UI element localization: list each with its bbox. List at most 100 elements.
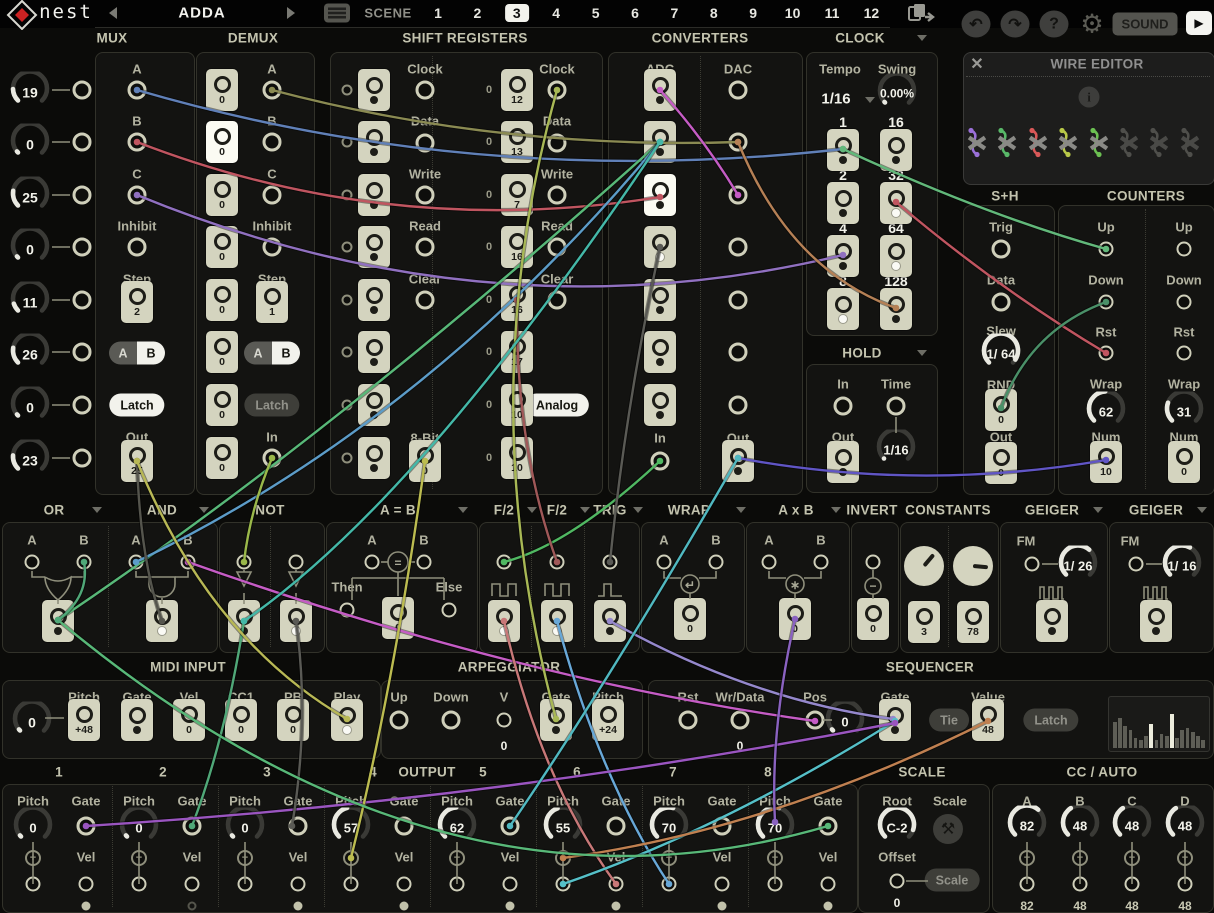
aeb-dropdown-icon[interactable] bbox=[458, 507, 468, 513]
shift1-write-in-port[interactable] bbox=[342, 190, 353, 201]
mux-c-port[interactable] bbox=[128, 186, 147, 205]
not2-out-port[interactable] bbox=[280, 600, 312, 642]
input-knob[interactable]: 23 bbox=[7, 440, 53, 473]
arp-up-port[interactable] bbox=[390, 711, 409, 730]
counter-up-port[interactable] bbox=[1177, 242, 1192, 257]
shift2-stage-port[interactable]: 10 bbox=[501, 437, 533, 479]
scene-10-button[interactable]: 10 bbox=[785, 5, 801, 21]
midi-knob[interactable]: 0 bbox=[9, 702, 55, 735]
scene-11-button[interactable]: 11 bbox=[825, 5, 840, 21]
demux-out-port[interactable]: 0 bbox=[206, 279, 238, 321]
midi-gate-port[interactable] bbox=[121, 699, 153, 741]
output-pitch-mod-port[interactable]: + bbox=[343, 850, 359, 866]
clock-division-port[interactable] bbox=[827, 235, 859, 277]
wire-editor-wire-6[interactable] bbox=[1118, 127, 1142, 164]
f2b-in-port[interactable] bbox=[550, 555, 565, 570]
wire-editor-wire-2[interactable] bbox=[996, 127, 1020, 164]
seq-wrdata-port[interactable] bbox=[731, 711, 750, 730]
constant1-knob[interactable] bbox=[904, 546, 944, 586]
demux-a-port[interactable] bbox=[263, 81, 282, 100]
demux-out-port[interactable]: 0 bbox=[206, 69, 238, 111]
output-pitch-mod-port[interactable]: + bbox=[25, 850, 41, 866]
output-gate-port[interactable] bbox=[501, 817, 520, 836]
geiger2-out-port[interactable] bbox=[1140, 600, 1172, 642]
output-pitch-mod-port[interactable]: + bbox=[449, 850, 465, 866]
shift1-stage-port[interactable] bbox=[358, 279, 390, 321]
f2b-out-port[interactable] bbox=[541, 600, 573, 642]
wire-editor-wire-4[interactable] bbox=[1057, 127, 1081, 164]
shift1-write-in-port[interactable] bbox=[342, 242, 353, 253]
adc-bit-port[interactable] bbox=[644, 174, 676, 216]
shift1-clock-port[interactable] bbox=[416, 81, 435, 100]
scene-3-button[interactable]: 3 bbox=[505, 4, 529, 22]
input-knob-out-port[interactable] bbox=[73, 449, 92, 468]
input-knob[interactable]: 25 bbox=[7, 177, 53, 210]
demux-out-port[interactable]: 0 bbox=[206, 384, 238, 426]
shift1-write-in-port[interactable] bbox=[342, 85, 353, 96]
or-a-port[interactable] bbox=[25, 555, 40, 570]
counter-up-port[interactable] bbox=[1099, 242, 1114, 257]
shift2-clock-port[interactable] bbox=[548, 81, 567, 100]
input-knob-out-port[interactable] bbox=[73, 133, 92, 152]
and-out-port[interactable] bbox=[146, 600, 178, 642]
hold-out-port[interactable] bbox=[827, 441, 859, 483]
hold-time-port[interactable] bbox=[887, 397, 906, 416]
input-knob-out-port[interactable] bbox=[73, 291, 92, 310]
input-knob-out-port[interactable] bbox=[73, 396, 92, 415]
midi-cc1-port[interactable]: 0 bbox=[225, 699, 257, 741]
not2-in-port[interactable] bbox=[289, 555, 304, 570]
arp-pitch-port[interactable]: +24 bbox=[592, 699, 624, 741]
counter-num-port[interactable]: 0 bbox=[1168, 441, 1200, 483]
wrap-b-port[interactable] bbox=[709, 555, 724, 570]
shift1-stage-port[interactable] bbox=[358, 384, 390, 426]
adc-bit-port[interactable] bbox=[644, 121, 676, 163]
constant2-knob[interactable] bbox=[953, 546, 993, 586]
shift2-clear-port[interactable] bbox=[548, 291, 567, 310]
or-b-port[interactable] bbox=[77, 555, 92, 570]
demux-step-port[interactable]: 1 bbox=[256, 281, 288, 323]
dac-bit-port[interactable] bbox=[729, 81, 748, 100]
scale-apply-button[interactable]: Scale bbox=[925, 869, 980, 892]
output-gate-port[interactable] bbox=[77, 817, 96, 836]
trig-in-port[interactable] bbox=[603, 555, 618, 570]
clock-division-port[interactable] bbox=[880, 129, 912, 171]
cc-knob[interactable]: 48 bbox=[1162, 806, 1208, 839]
shift2-stage-port[interactable]: 7 bbox=[501, 174, 533, 216]
input-knob-out-port[interactable] bbox=[73, 238, 92, 257]
wire-editor-wire-7[interactable] bbox=[1148, 127, 1172, 164]
output-pitch-knob[interactable]: 55 bbox=[540, 808, 586, 841]
undo-button[interactable]: ↶ bbox=[962, 11, 991, 38]
cc-out-port[interactable] bbox=[1178, 877, 1193, 892]
cc-knob[interactable]: 48 bbox=[1057, 806, 1103, 839]
shift2-data-port[interactable] bbox=[548, 134, 567, 153]
seq-rst-port[interactable] bbox=[679, 711, 698, 730]
tempo-value[interactable]: 1/16 bbox=[821, 91, 850, 108]
arp-v-port[interactable] bbox=[497, 713, 512, 728]
output-pitch-cv-port[interactable] bbox=[662, 877, 677, 892]
shift2-stage-port[interactable]: 12 bbox=[501, 69, 533, 111]
output-pitch-knob[interactable]: 0 bbox=[222, 808, 268, 841]
shift1-stage-port[interactable] bbox=[358, 437, 390, 479]
scale-root-knob[interactable]: C-2 bbox=[874, 808, 920, 841]
input-knob-out-port[interactable] bbox=[73, 81, 92, 100]
mux-inhibit-port[interactable] bbox=[128, 238, 147, 257]
aeb-out-port[interactable]: 0 bbox=[382, 597, 414, 639]
f2b-dropdown-icon[interactable] bbox=[580, 507, 590, 513]
redo-button[interactable]: ↷ bbox=[1001, 11, 1030, 38]
wrap-dropdown-icon[interactable] bbox=[736, 507, 746, 513]
output-vel-port[interactable] bbox=[609, 877, 624, 892]
and-a-port[interactable] bbox=[129, 555, 144, 570]
shift1-stage-port[interactable] bbox=[358, 121, 390, 163]
scene-4-button[interactable]: 4 bbox=[552, 5, 560, 21]
shift1-8bit-port[interactable]: 0 bbox=[409, 440, 441, 482]
f2a-dropdown-icon[interactable] bbox=[527, 507, 537, 513]
dac-bit-port[interactable] bbox=[729, 396, 748, 415]
input-knob[interactable]: 11 bbox=[7, 282, 53, 315]
and-b-port[interactable] bbox=[181, 555, 196, 570]
demux-out-port[interactable]: 0 bbox=[206, 437, 238, 479]
output-pitch-mod-port[interactable]: + bbox=[661, 850, 677, 866]
output-vel-port[interactable] bbox=[79, 877, 94, 892]
hold-time-knob[interactable]: 1/16 bbox=[873, 430, 919, 463]
output-vel-port[interactable] bbox=[821, 877, 836, 892]
not1-in-port[interactable] bbox=[237, 555, 252, 570]
